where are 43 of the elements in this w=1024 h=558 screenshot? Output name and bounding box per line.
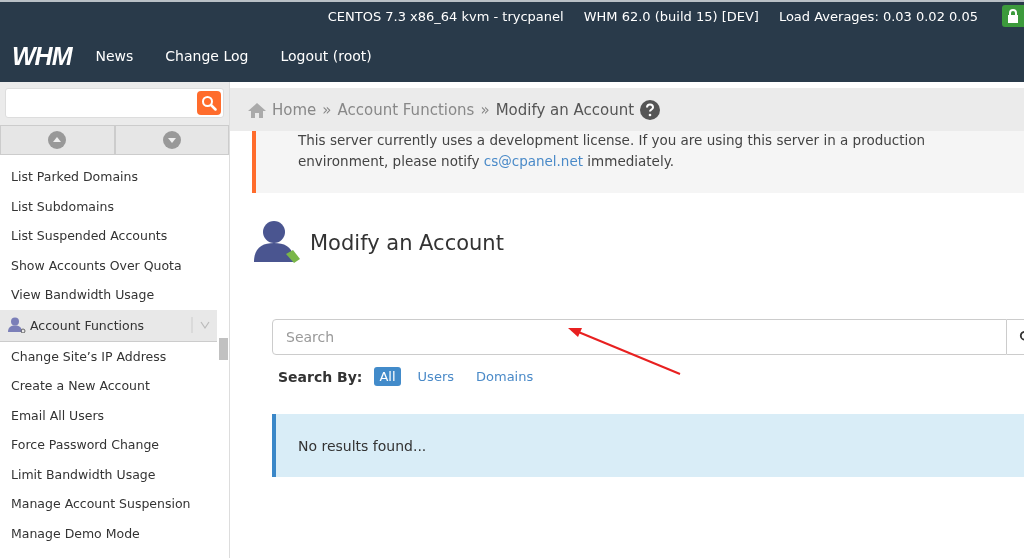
user-edit-icon — [252, 220, 302, 266]
nav-link[interactable]: Change Log — [165, 48, 249, 64]
nav-link[interactable]: News — [95, 48, 134, 64]
help-icon[interactable] — [640, 99, 661, 120]
sidebar-item[interactable]: List Subdomains — [0, 191, 217, 221]
search-field[interactable]: Search — [272, 319, 1007, 355]
home-icon[interactable] — [248, 101, 266, 118]
sidebar-item[interactable]: View Bandwidth Usage — [0, 280, 217, 310]
sidebar-search-field[interactable] — [5, 88, 224, 118]
search-icon — [201, 95, 217, 111]
scroll-down-button[interactable] — [114, 125, 229, 154]
sidebar-item[interactable]: Change Site’s IP Address — [0, 341, 217, 371]
lock-button[interactable] — [1002, 5, 1024, 27]
sidebar-item[interactable]: Create a New Account — [0, 371, 217, 401]
lock-icon — [1007, 9, 1019, 23]
filter-option[interactable]: All — [374, 367, 401, 386]
sidebar-item[interactable]: Manage Account Suspension — [0, 489, 217, 519]
sidebar-item[interactable]: Manage Demo Mode — [0, 518, 217, 548]
section-title: Account Functions — [30, 317, 146, 333]
status-text: Load Averages: 0.03 0.02 0.05 — [778, 8, 978, 24]
sidebar-item[interactable]: Show Accounts Over Quota — [0, 250, 217, 280]
results-message: No results found... — [298, 437, 427, 454]
scrollbar-thumb[interactable] — [218, 338, 228, 360]
search-by-label: Search By: — [278, 368, 363, 385]
filter-option[interactable]: Domains — [471, 367, 539, 386]
sidebar-item[interactable]: List Parked Domains — [0, 162, 217, 192]
logo[interactable]: WHM — [12, 41, 72, 71]
breadcrumb-current: Modify an Account — [495, 100, 635, 119]
status-text: WHM 62.0 (build 15) [DEV] — [583, 8, 759, 24]
page-title: Modify an Account — [310, 231, 504, 255]
sidebar-item[interactable]: Force Password Change — [0, 430, 217, 460]
user-icon — [8, 317, 26, 333]
scroll-up-button[interactable] — [0, 125, 115, 154]
license-notice: This server currently uses a development license. If you are using this server in a production environment, please notify cs@cpanel.net immediately. — [298, 131, 927, 171]
breadcrumb-separator: » — [480, 100, 490, 119]
sidebar-item[interactable]: Limit Bandwidth Usage — [0, 459, 217, 489]
nav-link[interactable]: Logout (root) — [280, 48, 372, 64]
sidebar-item[interactable]: Email All Users — [0, 400, 217, 430]
filter-option[interactable]: Users — [412, 367, 459, 386]
status-text: CENTOS 7.3 x86_64 kvm - trycpanel — [327, 8, 564, 24]
sidebar-item[interactable]: List Suspended Accounts — [0, 221, 217, 251]
section-header[interactable]: Account Functions — [0, 309, 217, 342]
breadcrumb-separator: » — [322, 100, 332, 119]
